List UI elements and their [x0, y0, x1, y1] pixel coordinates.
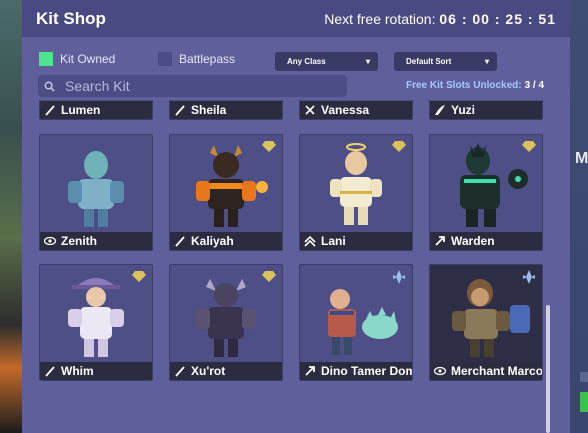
kit-name: Lani — [321, 234, 346, 248]
kit-card-merchant-marco[interactable]: Merchant Marco — [429, 264, 543, 381]
legend-owned-label: Kit Owned — [60, 52, 116, 66]
kit-name: Zenith — [61, 234, 97, 248]
legend-battlepass: Battlepass — [158, 52, 235, 66]
kit-art — [430, 135, 542, 232]
kit-card-xurot[interactable]: Xu'rot — [169, 264, 283, 381]
kit-art — [40, 135, 152, 232]
kit-label: Warden — [430, 232, 542, 250]
kit-name: Sheila — [191, 103, 227, 117]
kit-label: Yuzi — [430, 101, 542, 119]
free-kit-slots: Free Kit Slots Unlocked: 3 / 4 — [406, 80, 544, 91]
slash-icon — [174, 365, 186, 377]
kit-card-lumen[interactable]: Lumen — [39, 100, 153, 120]
kit-label: Dino Tamer Dom — [300, 362, 412, 380]
kit-name: Yuzi — [451, 103, 476, 117]
background-button — [580, 392, 588, 412]
wing-icon — [434, 104, 446, 116]
kit-art — [300, 135, 412, 232]
kit-name: Whim — [61, 364, 94, 378]
background-heading: M — [575, 150, 588, 167]
eye-icon — [434, 365, 446, 377]
kit-card-dino-tamer-dom[interactable]: Dino Tamer Dom — [299, 264, 413, 381]
search-icon — [44, 81, 55, 92]
kit-card-zenith[interactable]: Zenith — [39, 134, 153, 251]
sort-dropdown[interactable]: Default Sort ▾ — [394, 52, 497, 71]
slash-icon — [174, 104, 186, 116]
kit-label: Whim — [40, 362, 152, 380]
owned-swatch — [39, 52, 53, 66]
kit-name: Dino Tamer Dom — [321, 364, 412, 378]
crossed-swords-icon — [304, 104, 316, 116]
background-element — [580, 372, 588, 382]
kit-card-lani[interactable]: Lani — [299, 134, 413, 251]
kit-card-sheila[interactable]: Sheila — [169, 100, 283, 120]
kit-name: Lumen — [61, 103, 101, 117]
kit-name: Vanessa — [321, 103, 370, 117]
kit-art — [170, 265, 282, 362]
kit-label: Zenith — [40, 232, 152, 250]
kit-label: Kaliyah — [170, 232, 282, 250]
class-filter-value: Any Class — [287, 57, 326, 66]
kit-name: Warden — [451, 234, 495, 248]
class-filter-dropdown[interactable]: Any Class ▾ — [275, 52, 378, 71]
kit-label: Sheila — [170, 101, 282, 119]
legend-battlepass-label: Battlepass — [179, 52, 236, 66]
kit-card-yuzi[interactable]: Yuzi — [429, 100, 543, 120]
game-background-left — [0, 0, 22, 433]
kit-name: Merchant Marco — [451, 364, 542, 378]
battlepass-swatch — [158, 52, 172, 66]
kit-art — [430, 265, 542, 362]
slash-icon — [174, 235, 186, 247]
slash-icon — [44, 365, 56, 377]
chevron-up-icon — [304, 235, 316, 247]
kit-art — [40, 265, 152, 362]
kit-label: Lani — [300, 232, 412, 250]
kit-art — [300, 265, 412, 362]
kit-shop-panel: Kit Shop Next free rotation: 06 : 00 : 2… — [22, 0, 570, 433]
kit-label: Lumen — [40, 101, 152, 119]
kit-art — [170, 135, 282, 232]
eye-icon — [44, 235, 56, 247]
arrow-up-right-icon — [304, 365, 316, 377]
kit-card-vanessa[interactable]: Vanessa — [299, 100, 413, 120]
chevron-down-icon: ▾ — [484, 57, 489, 66]
rotation-time: 06 : 00 : 25 : 51 — [439, 10, 556, 27]
kit-name: Kaliyah — [191, 234, 234, 248]
kit-label: Vanessa — [300, 101, 412, 119]
search-placeholder: Search Kit — [65, 78, 130, 94]
slash-icon — [44, 104, 56, 116]
search-input[interactable]: Search Kit — [38, 75, 347, 97]
slots-label: Free Kit Slots Unlocked: — [406, 80, 522, 91]
page-title: Kit Shop — [36, 8, 106, 28]
kit-card-whim[interactable]: Whim — [39, 264, 153, 381]
kit-card-kaliyah[interactable]: Kaliyah — [169, 134, 283, 251]
kit-label: Merchant Marco — [430, 362, 542, 380]
chevron-down-icon: ▾ — [365, 57, 370, 66]
slots-count: 3 / 4 — [524, 80, 545, 91]
kit-label: Xu'rot — [170, 362, 282, 380]
scrollbar[interactable] — [546, 305, 550, 433]
rotation-label: Next free rotation: — [324, 10, 436, 27]
kit-shop-header: Kit Shop Next free rotation: 06 : 00 : 2… — [22, 0, 570, 37]
rotation-timer: Next free rotation: 06 : 00 : 25 : 51 — [324, 11, 556, 27]
legend-owned: Kit Owned — [39, 52, 115, 66]
arrow-up-right-icon — [434, 235, 446, 247]
kit-name: Xu'rot — [191, 364, 226, 378]
kit-grid: Lumen Sheila Vanessa Yuzi Zenith Kaliyah — [22, 100, 570, 433]
game-background-right — [570, 0, 588, 433]
sort-value: Default Sort — [406, 57, 452, 66]
kit-card-warden[interactable]: Warden — [429, 134, 543, 251]
